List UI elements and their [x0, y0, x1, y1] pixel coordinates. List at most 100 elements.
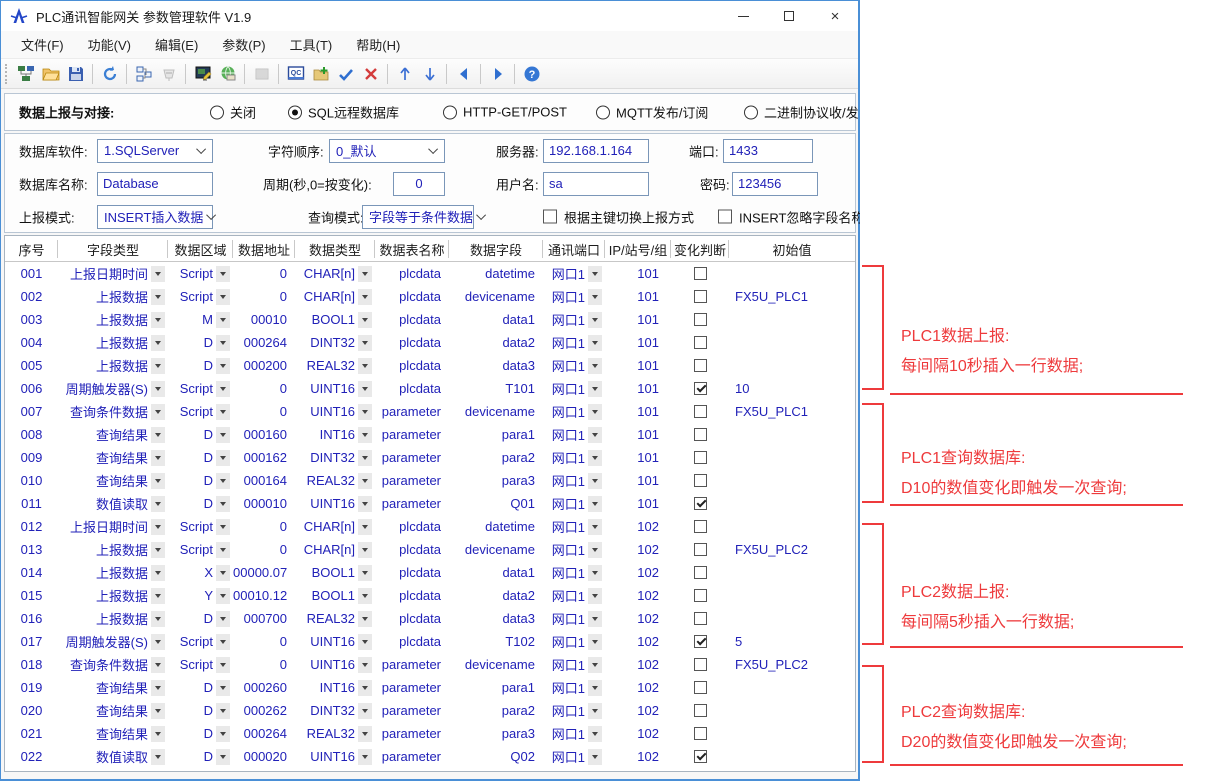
dropdown-button[interactable] [358, 542, 372, 558]
char-order-select[interactable]: 0_默认 [329, 139, 445, 163]
dropdown-button[interactable] [588, 611, 602, 627]
dropdown-button[interactable] [216, 404, 230, 420]
radio-option-2[interactable]: HTTP-GET/POST [443, 105, 567, 120]
period-input[interactable] [393, 172, 445, 196]
dropdown-button[interactable] [216, 473, 230, 489]
server-input[interactable] [543, 139, 649, 163]
dropdown-button[interactable] [588, 289, 602, 305]
workstation-tree-icon[interactable] [13, 62, 38, 86]
delete-x-icon[interactable] [358, 62, 383, 86]
dropdown-button[interactable] [151, 588, 165, 604]
change-checkbox[interactable] [694, 336, 707, 349]
dropdown-button[interactable] [358, 450, 372, 466]
username-input[interactable] [543, 172, 649, 196]
dropdown-button[interactable] [588, 312, 602, 328]
change-checkbox[interactable] [694, 727, 707, 740]
dropdown-button[interactable] [151, 335, 165, 351]
dropdown-button[interactable] [151, 611, 165, 627]
radio-option-1[interactable]: SQL远程数据库 [288, 103, 399, 122]
open-folder-icon[interactable] [38, 62, 63, 86]
dropdown-button[interactable] [216, 657, 230, 673]
dropdown-button[interactable] [216, 289, 230, 305]
change-checkbox[interactable] [694, 658, 707, 671]
dropdown-button[interactable] [216, 634, 230, 650]
dropdown-button[interactable] [216, 749, 230, 765]
dropdown-button[interactable] [588, 266, 602, 282]
dropdown-button[interactable] [588, 749, 602, 765]
dropdown-button[interactable] [151, 565, 165, 581]
dropdown-button[interactable] [151, 358, 165, 374]
dropdown-button[interactable] [216, 450, 230, 466]
db-name-input[interactable] [97, 172, 213, 196]
dropdown-button[interactable] [151, 312, 165, 328]
dropdown-button[interactable] [358, 358, 372, 374]
dropdown-button[interactable] [588, 404, 602, 420]
dropdown-button[interactable] [216, 726, 230, 742]
change-checkbox[interactable] [694, 681, 707, 694]
dropdown-button[interactable] [216, 519, 230, 535]
dropdown-button[interactable] [358, 266, 372, 282]
change-checkbox[interactable] [694, 704, 707, 717]
dropdown-button[interactable] [588, 473, 602, 489]
qc-monitor-icon[interactable]: QC [283, 62, 308, 86]
dropdown-button[interactable] [151, 473, 165, 489]
dropdown-button[interactable] [358, 680, 372, 696]
dropdown-button[interactable] [358, 473, 372, 489]
dropdown-button[interactable] [358, 496, 372, 512]
menu-item-edit[interactable]: 编辑(E) [143, 31, 210, 58]
save-icon[interactable] [63, 62, 88, 86]
dropdown-button[interactable] [151, 496, 165, 512]
topology-icon[interactable] [131, 62, 156, 86]
page-prev-icon[interactable] [451, 62, 476, 86]
dropdown-button[interactable] [151, 450, 165, 466]
dropdown-button[interactable] [216, 496, 230, 512]
change-checkbox[interactable] [694, 589, 707, 602]
dropdown-button[interactable] [358, 657, 372, 673]
query-mode-select[interactable]: 字段等于条件数据 [362, 205, 474, 229]
dropdown-button[interactable] [588, 703, 602, 719]
dropdown-button[interactable] [588, 381, 602, 397]
dropdown-button[interactable] [216, 266, 230, 282]
dropdown-button[interactable] [358, 335, 372, 351]
dropdown-button[interactable] [151, 726, 165, 742]
dropdown-button[interactable] [151, 542, 165, 558]
dropdown-button[interactable] [588, 565, 602, 581]
change-checkbox[interactable] [694, 290, 707, 303]
dropdown-button[interactable] [358, 588, 372, 604]
port-input[interactable] [723, 139, 813, 163]
change-checkbox[interactable] [694, 474, 707, 487]
dropdown-button[interactable] [358, 565, 372, 581]
dropdown-button[interactable] [151, 749, 165, 765]
dropdown-button[interactable] [588, 680, 602, 696]
dropdown-button[interactable] [588, 634, 602, 650]
dropdown-button[interactable] [151, 427, 165, 443]
dropdown-button[interactable] [588, 335, 602, 351]
dropdown-button[interactable] [151, 634, 165, 650]
page-next-icon[interactable] [485, 62, 510, 86]
password-input[interactable] [732, 172, 818, 196]
menu-item-function[interactable]: 功能(V) [76, 31, 143, 58]
dropdown-button[interactable] [216, 427, 230, 443]
dropdown-button[interactable] [151, 381, 165, 397]
dropdown-button[interactable] [358, 749, 372, 765]
dropdown-button[interactable] [588, 496, 602, 512]
change-checkbox[interactable] [694, 451, 707, 464]
change-checkbox[interactable] [694, 543, 707, 556]
dropdown-button[interactable] [358, 519, 372, 535]
change-checkbox[interactable] [694, 497, 707, 510]
change-checkbox[interactable] [694, 612, 707, 625]
change-checkbox[interactable] [694, 520, 707, 533]
folder-add-icon[interactable] [308, 62, 333, 86]
dropdown-button[interactable] [216, 703, 230, 719]
device-edit-icon[interactable] [190, 62, 215, 86]
dropdown-button[interactable] [216, 542, 230, 558]
change-checkbox[interactable] [694, 359, 707, 372]
dropdown-button[interactable] [588, 542, 602, 558]
dropdown-button[interactable] [588, 427, 602, 443]
dropdown-button[interactable] [588, 450, 602, 466]
menu-item-parameter[interactable]: 参数(P) [210, 31, 277, 58]
dropdown-button[interactable] [216, 611, 230, 627]
dropdown-button[interactable] [151, 703, 165, 719]
menu-item-file[interactable]: 文件(F) [9, 31, 76, 58]
change-checkbox[interactable] [694, 267, 707, 280]
